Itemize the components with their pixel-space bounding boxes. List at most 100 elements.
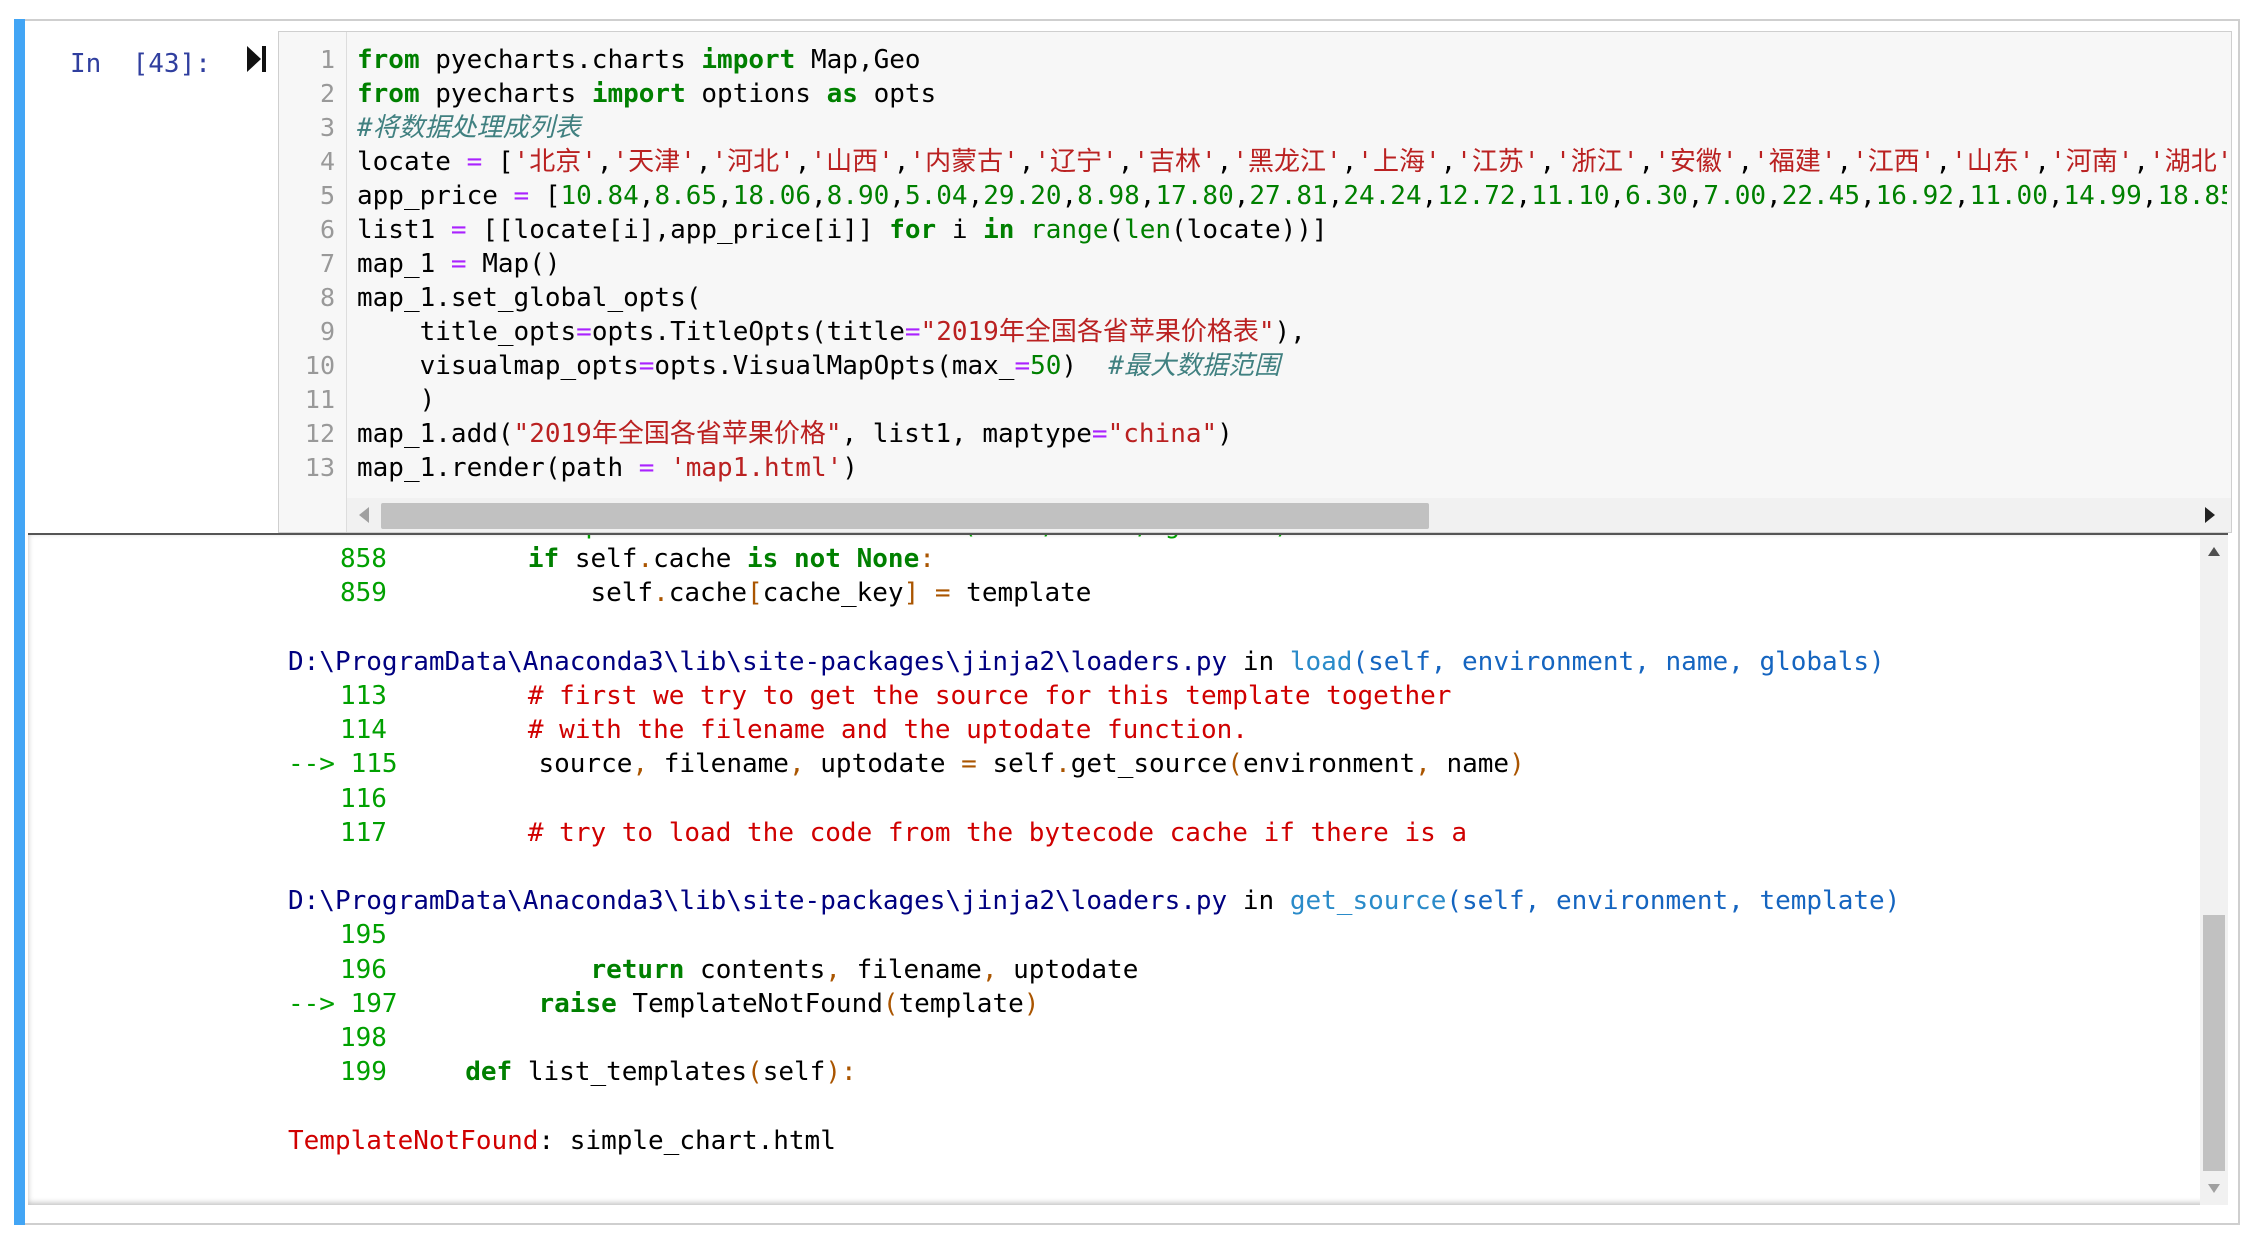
code-token: , <box>1421 181 1438 211</box>
traceback-token: source <box>397 749 633 780</box>
traceback-token: : simple_chart.html <box>538 1125 836 1156</box>
traceback-token: cache_key <box>762 578 904 609</box>
traceback-token: self <box>559 544 638 575</box>
code-token: ) <box>842 453 858 483</box>
traceback-line: D:\ProgramData\Anaconda3\lib\site-packag… <box>288 884 1900 918</box>
traceback-token: = <box>934 578 951 609</box>
code-token: '河南' <box>2050 147 2134 177</box>
traceback-token: cache <box>668 578 748 609</box>
code-token: , <box>1440 147 1457 177</box>
traceback-token: , <box>788 749 805 780</box>
code-token: '天津' <box>612 147 696 177</box>
traceback-token: filename <box>840 954 982 985</box>
code-token: opts <box>857 79 937 109</box>
traceback-token: 114 <box>340 715 387 746</box>
traceback-token: None <box>856 544 920 575</box>
run-cell-icon[interactable] <box>246 44 268 74</box>
code-token: (locate))] <box>1171 215 1328 245</box>
traceback-text: --> 857 template = self.loader.load(self… <box>28 535 2188 1205</box>
traceback-token: ) <box>1023 988 1040 1019</box>
code-token: = <box>466 147 483 177</box>
code-line: from pyecharts import options as opts <box>357 77 2227 111</box>
code-token: , list1, maptype <box>841 419 1092 449</box>
traceback-token: if <box>527 544 560 575</box>
code-token: 12.72 <box>1437 181 1516 211</box>
traceback-token: cache <box>653 544 748 575</box>
code-line: list1 = [[locate[i],app_price[i]] for i … <box>357 213 2227 247</box>
line-number: 9 <box>319 317 335 346</box>
code-token: #最大数据范围 <box>1108 351 1281 381</box>
code-token: from <box>357 79 420 109</box>
line-number: 13 <box>304 453 335 482</box>
code-token: 27.81 <box>1249 181 1328 211</box>
code-token: from <box>357 45 420 75</box>
code-token: 11.10 <box>1531 181 1610 211</box>
traceback-token: uptodate <box>804 749 962 780</box>
horizontal-scroll-thumb[interactable] <box>381 503 1429 529</box>
code-token: #将数据处理成列表 <box>357 113 581 143</box>
code-token: map_1 <box>357 249 451 279</box>
code-token: 6.30 <box>1625 181 1688 211</box>
traceback-line: --> 115 source, filename, uptodate = sel… <box>288 747 1525 781</box>
traceback-token <box>841 544 857 574</box>
traceback-token: TemplateNotFound <box>616 988 883 1019</box>
code-token: , <box>1341 147 1358 177</box>
code-token: , <box>717 181 733 211</box>
code-token: '辽宁' <box>1034 147 1118 177</box>
traceback-token: 113 <box>340 681 387 711</box>
code-token: import <box>701 45 796 75</box>
traceback-token: ( <box>747 1057 763 1088</box>
traceback-token: D:\ProgramData\Anaconda3\lib\site-packag… <box>288 886 1228 917</box>
code-token: 5.04 <box>904 181 968 211</box>
scroll-right-icon[interactable] <box>2203 506 2217 524</box>
code-token: = <box>638 453 655 483</box>
traceback-token: contents <box>684 954 826 985</box>
traceback-token <box>919 578 935 608</box>
scroll-left-icon[interactable] <box>357 506 371 524</box>
traceback-token: : <box>919 544 935 575</box>
cell-output[interactable]: --> 857 template = self.loader.load(self… <box>28 533 2228 1205</box>
code-line: from pyecharts.charts import Map,Geo <box>357 43 2227 77</box>
traceback-token: environment <box>1242 749 1416 780</box>
vertical-scroll-thumb[interactable] <box>2203 915 2225 1171</box>
code-token: for <box>889 215 937 245</box>
line-number: 1 <box>319 45 335 74</box>
code-token: pyecharts <box>419 79 592 109</box>
code-token: ), <box>1274 317 1306 347</box>
code-token: pyecharts.charts <box>419 45 702 75</box>
code-token: Map() <box>466 249 561 279</box>
traceback-line: 116 <box>340 782 387 816</box>
traceback-token: self <box>976 749 1056 780</box>
code-token: 'map1.html' <box>670 453 843 483</box>
traceback-line: --> 197 raise TemplateNotFound(template) <box>288 987 1039 1021</box>
code-line: ) <box>357 383 2227 417</box>
traceback-token: get_source <box>1289 886 1447 917</box>
code-editor[interactable]: 1 2 3 4 5 6 7 8 9 10 11 12 13 from pyecharts.charts … <box>278 31 2232 533</box>
traceback-line: 858 if self.cache is not None: <box>340 542 935 576</box>
horizontal-scrollbar[interactable] <box>347 498 2231 532</box>
vertical-scrollbar[interactable] <box>2200 535 2228 1205</box>
code-token: = <box>576 317 592 347</box>
traceback-token: 859 <box>340 578 387 609</box>
code-token: , <box>695 147 712 177</box>
code-token: = <box>1091 419 1108 449</box>
code-token: , <box>1327 181 1344 211</box>
traceback-token: TemplateNotFound <box>288 1125 539 1156</box>
code-token: "2019年全国各省苹果价格表" <box>920 317 1275 347</box>
code-token: '黑龙江' <box>1232 147 1342 177</box>
scroll-down-icon[interactable] <box>2207 1183 2221 1195</box>
code-token: opts.TitleOpts(title <box>591 317 905 347</box>
code-text[interactable]: from pyecharts.charts import Map,Geo from… <box>357 43 2227 503</box>
code-token: 24.24 <box>1343 181 1422 211</box>
traceback-token: 195 <box>340 920 387 951</box>
code-token: , <box>889 181 905 211</box>
code-token: '上海' <box>1357 147 1441 177</box>
code-token: list1 <box>357 215 451 245</box>
code-token: , <box>1139 181 1156 211</box>
scroll-up-icon[interactable] <box>2207 545 2221 557</box>
code-token: , <box>1766 181 1782 211</box>
cell-selection-indicator <box>14 19 25 1225</box>
traceback-token: , <box>1415 749 1431 780</box>
traceback-line: D:\ProgramData\Anaconda3\lib\site-packag… <box>288 645 1885 679</box>
